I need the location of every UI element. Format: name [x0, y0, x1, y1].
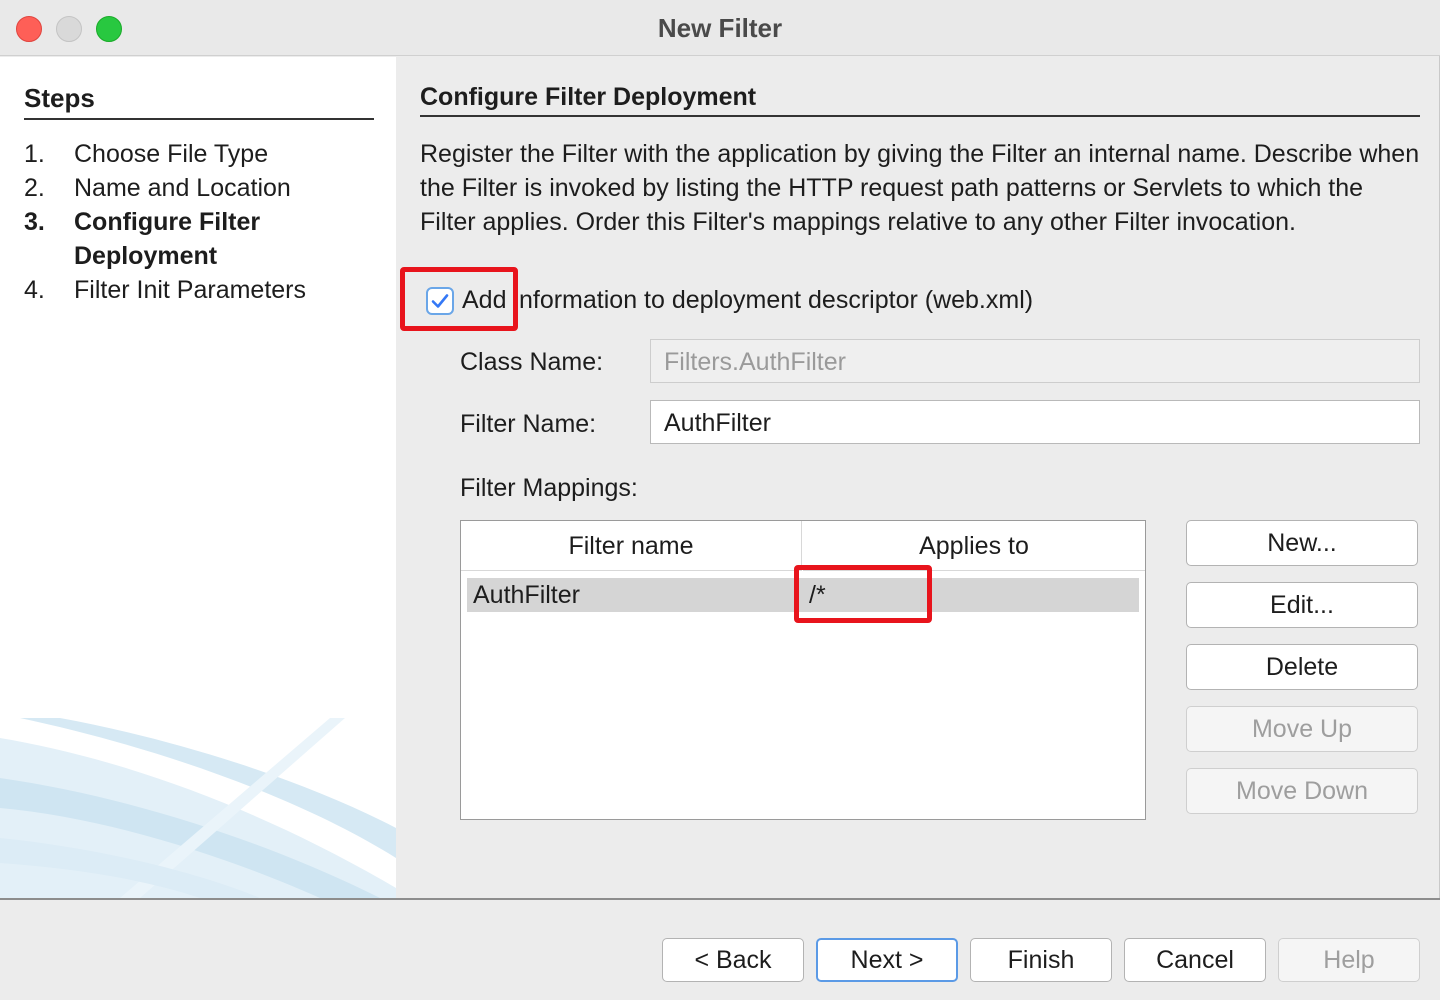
- description-text: Register the Filter with the application…: [420, 140, 1420, 236]
- steps-panel: Steps 1. Choose File Type 2. Name and Lo…: [0, 57, 396, 898]
- section-title: Configure Filter Deployment: [420, 83, 1420, 117]
- step-configure-filter-deployment: 3. Configure Filter Deployment: [24, 205, 304, 273]
- filter-name-input[interactable]: AuthFilter: [650, 400, 1420, 444]
- cancel-button[interactable]: Cancel: [1124, 938, 1266, 982]
- help-button[interactable]: Help: [1278, 938, 1420, 982]
- filter-mappings-label: Filter Mappings:: [460, 474, 638, 502]
- next-button[interactable]: Next >: [816, 938, 958, 982]
- window-title: New Filter: [657, 13, 783, 43]
- dialog-footer: < Back Next > Finish Cancel Help: [0, 898, 1440, 1000]
- step-filter-init-parameters: 4. Filter Init Parameters: [24, 273, 364, 307]
- configure-filter-panel: Configure Filter Deployment Register the…: [396, 57, 1440, 898]
- filter-mappings-table[interactable]: Filter name Applies to AuthFilter /*: [460, 520, 1146, 820]
- new-filter-dialog: New Filter Steps 1. Choose File Type 2. …: [0, 0, 1440, 1000]
- step-number: 2.: [24, 174, 45, 202]
- add-info-checkbox-row[interactable]: Add information to deployment descriptor…: [426, 286, 1033, 315]
- step-choose-file-type: 1. Choose File Type: [24, 137, 364, 171]
- step-name-and-location: 2. Name and Location: [24, 171, 364, 205]
- title-bar: New Filter: [0, 0, 1440, 56]
- edit-mapping-button[interactable]: Edit...: [1186, 582, 1418, 628]
- checkmark-icon: [431, 293, 449, 308]
- move-down-button[interactable]: Move Down: [1186, 768, 1418, 814]
- back-button[interactable]: < Back: [662, 938, 804, 982]
- table-row[interactable]: AuthFilter /*: [467, 578, 1139, 612]
- add-info-checkbox[interactable]: [426, 286, 454, 315]
- step-label: Configure Filter Deployment: [74, 208, 261, 270]
- cell-filter-name: AuthFilter: [473, 581, 580, 609]
- add-info-checkbox-label: Add information to deployment descriptor…: [462, 286, 1034, 314]
- step-label: Choose File Type: [74, 140, 269, 168]
- filter-name-label: Filter Name:: [460, 410, 597, 438]
- cell-applies-to: /*: [809, 581, 826, 609]
- new-mapping-button[interactable]: New...: [1186, 520, 1418, 566]
- class-name-label: Class Name:: [460, 348, 604, 376]
- steps-heading: Steps: [24, 83, 374, 120]
- step-number: 3.: [24, 208, 45, 236]
- finish-button[interactable]: Finish: [970, 938, 1112, 982]
- column-header-filter-name[interactable]: Filter name: [461, 521, 802, 571]
- class-name-field: Filters.AuthFilter: [650, 339, 1420, 383]
- step-number: 1.: [24, 140, 45, 168]
- step-label: Name and Location: [74, 174, 291, 202]
- column-header-applies-to[interactable]: Applies to: [803, 521, 1145, 571]
- move-up-button[interactable]: Move Up: [1186, 706, 1418, 752]
- step-number: 4.: [24, 276, 45, 304]
- background-window-edge: [1440, 0, 1452, 1000]
- step-label: Filter Init Parameters: [74, 276, 307, 304]
- delete-mapping-button[interactable]: Delete: [1186, 644, 1418, 690]
- decorative-swoosh-graphic: [0, 718, 396, 898]
